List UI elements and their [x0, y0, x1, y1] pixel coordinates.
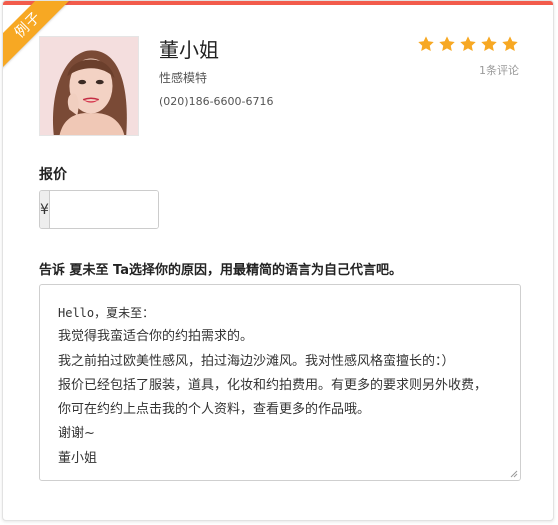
profile-phone: (020)186-6600-6716 — [159, 95, 274, 108]
message-line: 我觉得我蛮适合你的约拍需求的。 — [58, 329, 254, 345]
price-field: ¥ — [39, 190, 159, 229]
reason-prompt: 告诉 夏未至 Ta选择你的原因，用最精简的语言为自己代言吧。 — [39, 263, 403, 278]
rating-stars — [417, 35, 519, 53]
star-icon — [459, 35, 477, 53]
message-line: 谢谢~ — [58, 426, 95, 442]
message-textarea[interactable]: Hello，夏未至： 我觉得我蛮适合你的约拍需求的。 我之前拍过欧美性感风，拍过… — [39, 284, 521, 481]
star-icon — [501, 35, 519, 53]
currency-symbol: ¥ — [40, 191, 50, 228]
profile-name: 董小姐 — [159, 38, 219, 62]
message-line: 董小姐 — [58, 450, 98, 466]
resize-grip-icon[interactable] — [510, 470, 518, 478]
message-line: 你可在约约上点击我的个人资料，查看更多的作品哦。 — [58, 402, 371, 418]
message-line: Hello，夏未至： — [58, 306, 155, 320]
message-line: 我之前拍过欧美性感风，拍过海边沙滩风。我对性感风格蛮擅长的：） — [58, 353, 455, 369]
star-icon — [480, 35, 498, 53]
review-count-link[interactable]: 1条评论 — [479, 62, 519, 78]
message-line: 报价已经包括了服装，道具，化妆和约拍费用。有更多的要求则另外收费， — [58, 377, 488, 393]
star-icon — [438, 35, 456, 53]
top-accent-bar — [3, 1, 553, 5]
price-input[interactable] — [49, 191, 158, 228]
avatar[interactable] — [39, 36, 139, 136]
profile-role: 性感模特 — [159, 71, 208, 85]
quote-card: 例子 董小姐 性感模特 (020)186-6600-6716 1条评论 报价 ¥… — [2, 0, 554, 521]
avatar-photo-icon — [40, 37, 138, 135]
star-icon — [417, 35, 435, 53]
price-label: 报价 — [39, 167, 67, 183]
